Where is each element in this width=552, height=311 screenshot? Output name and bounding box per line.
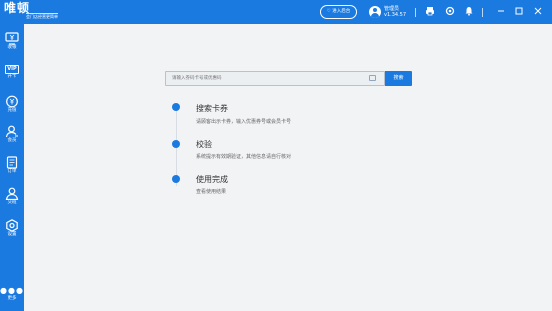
app-slogan: 会门店经营更简单 [26, 13, 58, 19]
step-description: 系统提示有效期验证，其他信息请自行核对 [196, 154, 292, 160]
more-icon: ●●● [0, 286, 24, 295]
sidebar-item-open-card[interactable]: VIP 开卡 [0, 62, 24, 90]
sidebar-item-label: 交班 [7, 200, 17, 205]
step-marker [172, 103, 180, 111]
step-marker [172, 140, 180, 148]
step-title: 搜索卡券 [196, 104, 228, 113]
version-label: v1.34.57 [384, 12, 407, 18]
minimize-icon[interactable] [495, 6, 507, 18]
sidebar-item-handover[interactable]: 交班 [0, 185, 24, 213]
close-icon[interactable] [532, 6, 544, 18]
step-title: 校验 [196, 140, 212, 149]
sidebar-item-label: 充值 [7, 108, 17, 113]
sidebar-item-label: 设置 [7, 232, 17, 237]
print-icon[interactable] [424, 6, 436, 18]
maximize-icon[interactable] [513, 6, 525, 18]
sidebar-item-label: 订单 [7, 169, 17, 174]
step-title: 使用完成 [196, 175, 228, 184]
sidebar-item-label: 更多 [7, 296, 17, 301]
refresh-icon[interactable] [444, 6, 456, 18]
cashier-icon [5, 32, 19, 45]
sidebar-item-settings[interactable]: 设置 [0, 217, 24, 245]
divider [415, 8, 416, 17]
handover-icon [5, 187, 19, 200]
sidebar-item-more[interactable]: ●●● 更多 [0, 284, 24, 308]
sidebar-item-label: 开卡 [7, 74, 17, 79]
user-name: 管理员 [384, 6, 400, 12]
sidebar: 收银 VIP 开卡 充值 会员 订单 交班 设置 ●●● 更多 [0, 24, 24, 311]
member-icon [5, 125, 18, 138]
step-marker [172, 175, 180, 183]
step-description: 请顾客出示卡券，输入优惠券号或会员卡号 [196, 119, 292, 125]
order-icon [6, 156, 18, 169]
recharge-icon [6, 95, 18, 108]
vip-card-icon: VIP [5, 65, 19, 74]
sidebar-item-label: 会员 [7, 138, 17, 143]
scan-icon[interactable] [369, 75, 376, 81]
step-description: 查看使用结果 [196, 189, 227, 195]
avatar[interactable] [369, 6, 381, 18]
sidebar-item-recharge[interactable]: 充值 [0, 93, 24, 121]
sidebar-item-member[interactable]: 会员 [0, 123, 24, 151]
sidebar-item-cashier[interactable]: 收银 [0, 30, 24, 58]
search-button[interactable]: 搜索 [385, 71, 412, 86]
sidebar-item-order[interactable]: 订单 [0, 154, 24, 182]
enter-backend-button[interactable]: ♡ 进入后台 [320, 5, 357, 19]
search-input[interactable] [165, 71, 385, 86]
sidebar-item-label: 收银 [7, 45, 17, 50]
bell-icon[interactable] [463, 6, 475, 18]
divider [482, 8, 483, 17]
title-bar: 唯顿 会门店经营更简单 ♡ 进入后台 管理员 v1.34.57 [0, 0, 552, 24]
settings-icon [6, 219, 18, 232]
